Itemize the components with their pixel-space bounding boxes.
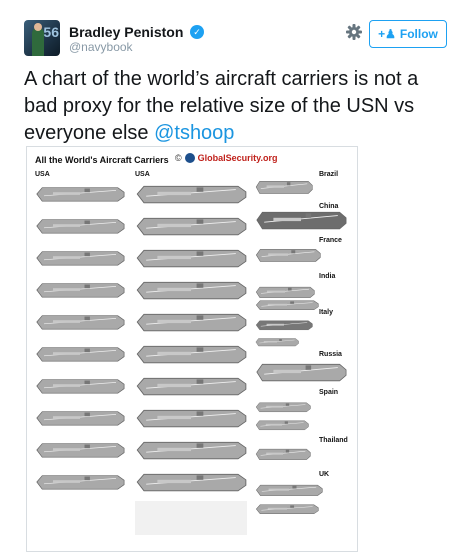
carrier-italy-1	[255, 319, 313, 331]
carrier-france	[255, 247, 321, 263]
copyright-symbol: ©	[175, 153, 182, 163]
carrier-usa-left	[35, 281, 125, 299]
country-india: India	[319, 273, 336, 280]
country-spain: Spain	[319, 389, 339, 396]
carrier-brazil	[255, 179, 313, 195]
carrier-usa-left	[35, 217, 125, 235]
author-name[interactable]: Bradley Peniston	[69, 24, 183, 40]
carrier-thailand	[255, 447, 311, 461]
carrier-usa-mid	[135, 247, 247, 269]
country-italy: Italy	[319, 309, 334, 316]
carrier-usa-left	[35, 185, 125, 203]
avatar-label: 56	[43, 24, 59, 40]
add-user-icon: +♟	[378, 27, 396, 41]
carrier-usa-mid	[135, 183, 247, 205]
carrier-uk-2	[255, 503, 319, 515]
carrier-usa-mid	[135, 375, 247, 397]
chart-title: All the World's Aircraft Carriers	[35, 155, 169, 165]
carrier-uk-1	[255, 483, 323, 497]
carrier-usa-left	[35, 249, 125, 267]
carrier-usa-mid	[135, 311, 247, 333]
logo-text: GlobalSecurity.org	[197, 153, 278, 163]
avatar[interactable]: 56	[24, 20, 60, 56]
country-russia: Russia	[319, 351, 342, 358]
carrier-spain-1	[255, 401, 311, 413]
carrier-china	[255, 209, 347, 231]
carrier-italy-2	[255, 337, 299, 347]
country-brazil: Brazil	[319, 171, 339, 178]
carrier-usa-mid	[135, 471, 247, 493]
carrier-india-1	[255, 285, 315, 299]
carrier-usa-mid	[135, 279, 247, 301]
follow-label: Follow	[399, 27, 438, 41]
carrier-usa-left	[35, 377, 125, 395]
carrier-usa-left	[35, 473, 125, 491]
usa-label-mid: USA	[135, 171, 150, 178]
carrier-usa-left	[35, 409, 125, 427]
carrier-spain-2	[255, 419, 309, 431]
chart-logo: © GlobalSecurity.org	[175, 153, 278, 163]
author-handle[interactable]: @navybook	[69, 40, 133, 54]
carrier-russia	[255, 361, 347, 383]
carrier-usa-left	[35, 313, 125, 331]
carrier-india-2	[255, 299, 319, 311]
carrier-usa-mid	[135, 215, 247, 237]
country-france: France	[319, 237, 342, 244]
tweet-image[interactable]: All the World's Aircraft Carriers © Glob…	[26, 146, 358, 552]
tweet-text: A chart of the world’s aircraft carriers…	[24, 66, 454, 147]
carrier-usa-mid	[135, 407, 247, 429]
blank-area	[135, 501, 247, 535]
usa-label-left: USA	[35, 171, 50, 178]
follow-button[interactable]: +♟ Follow	[369, 20, 447, 48]
carrier-usa-left	[35, 441, 125, 459]
carrier-usa-mid	[135, 343, 247, 365]
mention-link[interactable]: @tshoop	[154, 122, 234, 144]
gear-icon[interactable]	[343, 21, 365, 43]
carrier-usa-left	[35, 345, 125, 363]
globe-icon	[184, 153, 195, 163]
country-uk: UK	[319, 471, 330, 478]
carrier-usa-mid	[135, 439, 247, 461]
country-thailand: Thailand	[319, 437, 348, 444]
verified-badge-icon: ✓	[190, 25, 204, 39]
